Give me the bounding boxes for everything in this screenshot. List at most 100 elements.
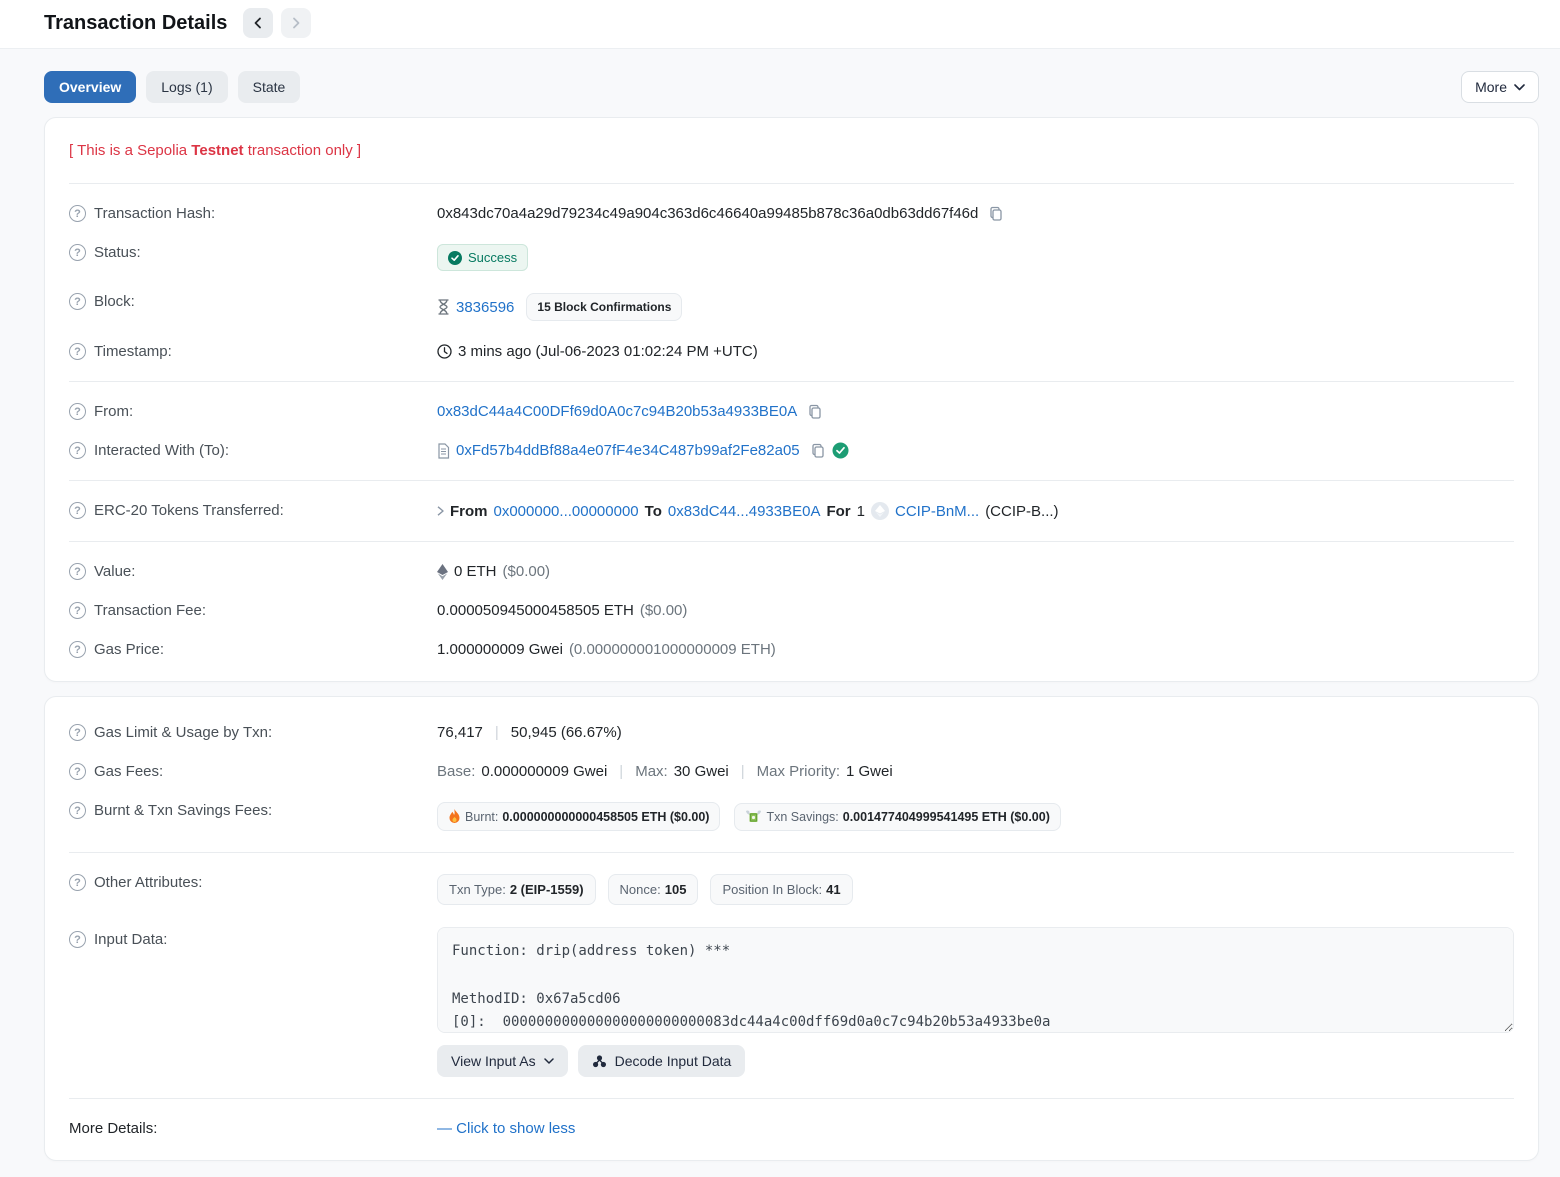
divider: [69, 183, 1514, 184]
transfer-to-label: To: [645, 503, 662, 520]
more-details-row: More Details: — Click to show less: [69, 1109, 1514, 1148]
status-badge: Success: [437, 244, 528, 271]
block-confirmations-badge: 15 Block Confirmations: [526, 293, 682, 321]
testnet-notice-suffix: transaction only ]: [244, 142, 362, 159]
gas-price-amount: 1.000000009 Gwei: [437, 641, 563, 658]
help-icon[interactable]: ?: [69, 874, 86, 891]
from-row: ? From: 0x83dC44a4C00DFf69d0A0c7c94B20b5…: [69, 392, 1514, 431]
copy-to-address-button[interactable]: [806, 443, 826, 459]
help-icon[interactable]: ?: [69, 293, 86, 310]
more-details-label: More Details:: [69, 1120, 157, 1137]
tab-bar: Overview Logs (1) State More: [0, 49, 1560, 103]
transaction-fee-amount: 0.000050945000458505 ETH: [437, 602, 634, 619]
interacted-with-row: ? Interacted With (To): 0xFd57b4ddBf88a4…: [69, 431, 1514, 470]
timestamp-value: 3 mins ago (Jul-06-2023 01:02:24 PM +UTC…: [458, 343, 758, 360]
help-icon[interactable]: ?: [69, 502, 86, 519]
help-icon[interactable]: ?: [69, 343, 86, 360]
input-data-label: Input Data:: [94, 931, 167, 948]
burnt-savings-row: ? Burnt & Txn Savings Fees: Burnt: 0.000…: [69, 791, 1514, 842]
eth-diamond-icon: [437, 564, 448, 580]
max-fee-value: 30 Gwei: [674, 763, 729, 780]
other-attributes-label: Other Attributes:: [94, 874, 202, 891]
status-badge-text: Success: [468, 250, 517, 265]
help-icon[interactable]: ?: [69, 403, 86, 420]
gas-fees-row: ? Gas Fees: Base: 0.000000009 Gwei | Max…: [69, 752, 1514, 791]
gas-limit-label: Gas Limit & Usage by Txn:: [94, 724, 272, 741]
copy-from-address-button[interactable]: [803, 404, 823, 420]
help-icon[interactable]: ?: [69, 641, 86, 658]
overview-card: [ This is a Sepolia Testnet transaction …: [44, 117, 1539, 682]
value-row: ? Value: 0 ETH ($0.00): [69, 552, 1514, 591]
show-less-link[interactable]: — Click to show less: [437, 1120, 575, 1137]
page-title: Transaction Details: [44, 12, 227, 35]
more-dropdown-button[interactable]: More: [1461, 71, 1539, 103]
input-data-row: ? Input Data: Function: drip(address tok…: [69, 916, 1514, 1088]
help-icon[interactable]: ?: [69, 724, 86, 741]
position-in-block-badge: Position In Block: 41: [710, 874, 852, 905]
token-logo-icon: [871, 502, 889, 520]
next-transaction-button[interactable]: [281, 8, 311, 38]
pipe-separator: |: [735, 763, 751, 780]
token-name-link[interactable]: CCIP-BnM...: [895, 503, 979, 520]
help-icon[interactable]: ?: [69, 802, 86, 819]
contract-document-icon: [437, 443, 450, 459]
block-number-link[interactable]: 3836596: [456, 299, 514, 316]
help-icon[interactable]: ?: [69, 931, 86, 948]
gas-limit-value: 76,417: [437, 724, 483, 741]
help-icon[interactable]: ?: [69, 244, 86, 261]
transfer-to-address-link[interactable]: 0x83dC44...4933BE0A: [668, 503, 821, 520]
help-icon[interactable]: ?: [69, 442, 86, 459]
other-attributes-row: ? Other Attributes: Txn Type: 2 (EIP-155…: [69, 863, 1514, 916]
copy-icon: [810, 443, 826, 459]
nonce-value: 105: [665, 882, 687, 897]
help-icon[interactable]: ?: [69, 763, 86, 780]
transfer-from-address-link[interactable]: 0x000000...00000000: [494, 503, 639, 520]
tab-state[interactable]: State: [238, 71, 301, 103]
tab-overview[interactable]: Overview: [44, 71, 136, 103]
gas-price-eth: (0.000000001000000009 ETH): [569, 641, 776, 658]
transaction-hash-value: 0x843dc70a4a29d79234c49a904c363d6c46640a…: [437, 205, 978, 222]
testnet-notice: [ This is a Sepolia Testnet transaction …: [69, 126, 1514, 177]
fire-icon: [448, 809, 461, 824]
chevron-down-icon: [544, 1058, 554, 1064]
input-data-textarea[interactable]: Function: drip(address token) *** Method…: [437, 927, 1514, 1033]
help-icon[interactable]: ?: [69, 205, 86, 222]
divider: [69, 1098, 1514, 1099]
verified-check-icon: [832, 442, 849, 459]
decode-input-data-button[interactable]: Decode Input Data: [578, 1045, 746, 1077]
help-icon[interactable]: ?: [69, 602, 86, 619]
burnt-fee-label: Burnt:: [465, 810, 498, 824]
chevron-right-icon: [290, 17, 302, 29]
nonce-badge: Nonce: 105: [608, 874, 699, 905]
status-label: Status:: [94, 244, 141, 261]
help-icon[interactable]: ?: [69, 563, 86, 580]
position-in-block-value: 41: [826, 882, 840, 897]
details-card: ? Gas Limit & Usage by Txn: 76,417 | 50,…: [44, 696, 1539, 1161]
prev-transaction-button[interactable]: [243, 8, 273, 38]
view-input-as-button[interactable]: View Input As: [437, 1045, 568, 1077]
max-priority-fee-label: Max Priority:: [757, 763, 840, 780]
max-fee-label: Max:: [635, 763, 668, 780]
bottom-spacer: [0, 1161, 1560, 1175]
to-address-link[interactable]: 0xFd57b4ddBf88a4e07fF4e34C487b99af2Fe82a…: [456, 442, 800, 459]
token-symbol: (CCIP-B...): [985, 503, 1058, 520]
timestamp-row: ? Timestamp: 3 mins ago (Jul-06-2023 01:…: [69, 332, 1514, 371]
block-label: Block:: [94, 293, 135, 310]
gas-used-value: 50,945 (66.67%): [511, 724, 622, 741]
burnt-fee-value: 0.000000000000458505 ETH ($0.00): [502, 810, 709, 824]
money-wings-icon: [745, 810, 762, 823]
tab-logs[interactable]: Logs (1): [146, 71, 227, 103]
position-in-block-label: Position In Block:: [722, 882, 822, 897]
nonce-label: Nonce:: [620, 882, 661, 897]
divider: [69, 480, 1514, 481]
copy-hash-button[interactable]: [984, 206, 1004, 222]
decode-blocks-icon: [592, 1054, 607, 1069]
minus-icon: —: [437, 1120, 452, 1137]
txn-savings-value: 0.001477404999541495 ETH ($0.00): [843, 810, 1050, 824]
base-fee-label: Base:: [437, 763, 475, 780]
pipe-separator: |: [489, 724, 505, 741]
transaction-hash-label: Transaction Hash:: [94, 205, 215, 222]
from-address-link[interactable]: 0x83dC44a4C00DFf69d0A0c7c94B20b53a4933BE…: [437, 403, 797, 420]
value-usd: ($0.00): [503, 563, 551, 580]
from-label: From:: [94, 403, 133, 420]
